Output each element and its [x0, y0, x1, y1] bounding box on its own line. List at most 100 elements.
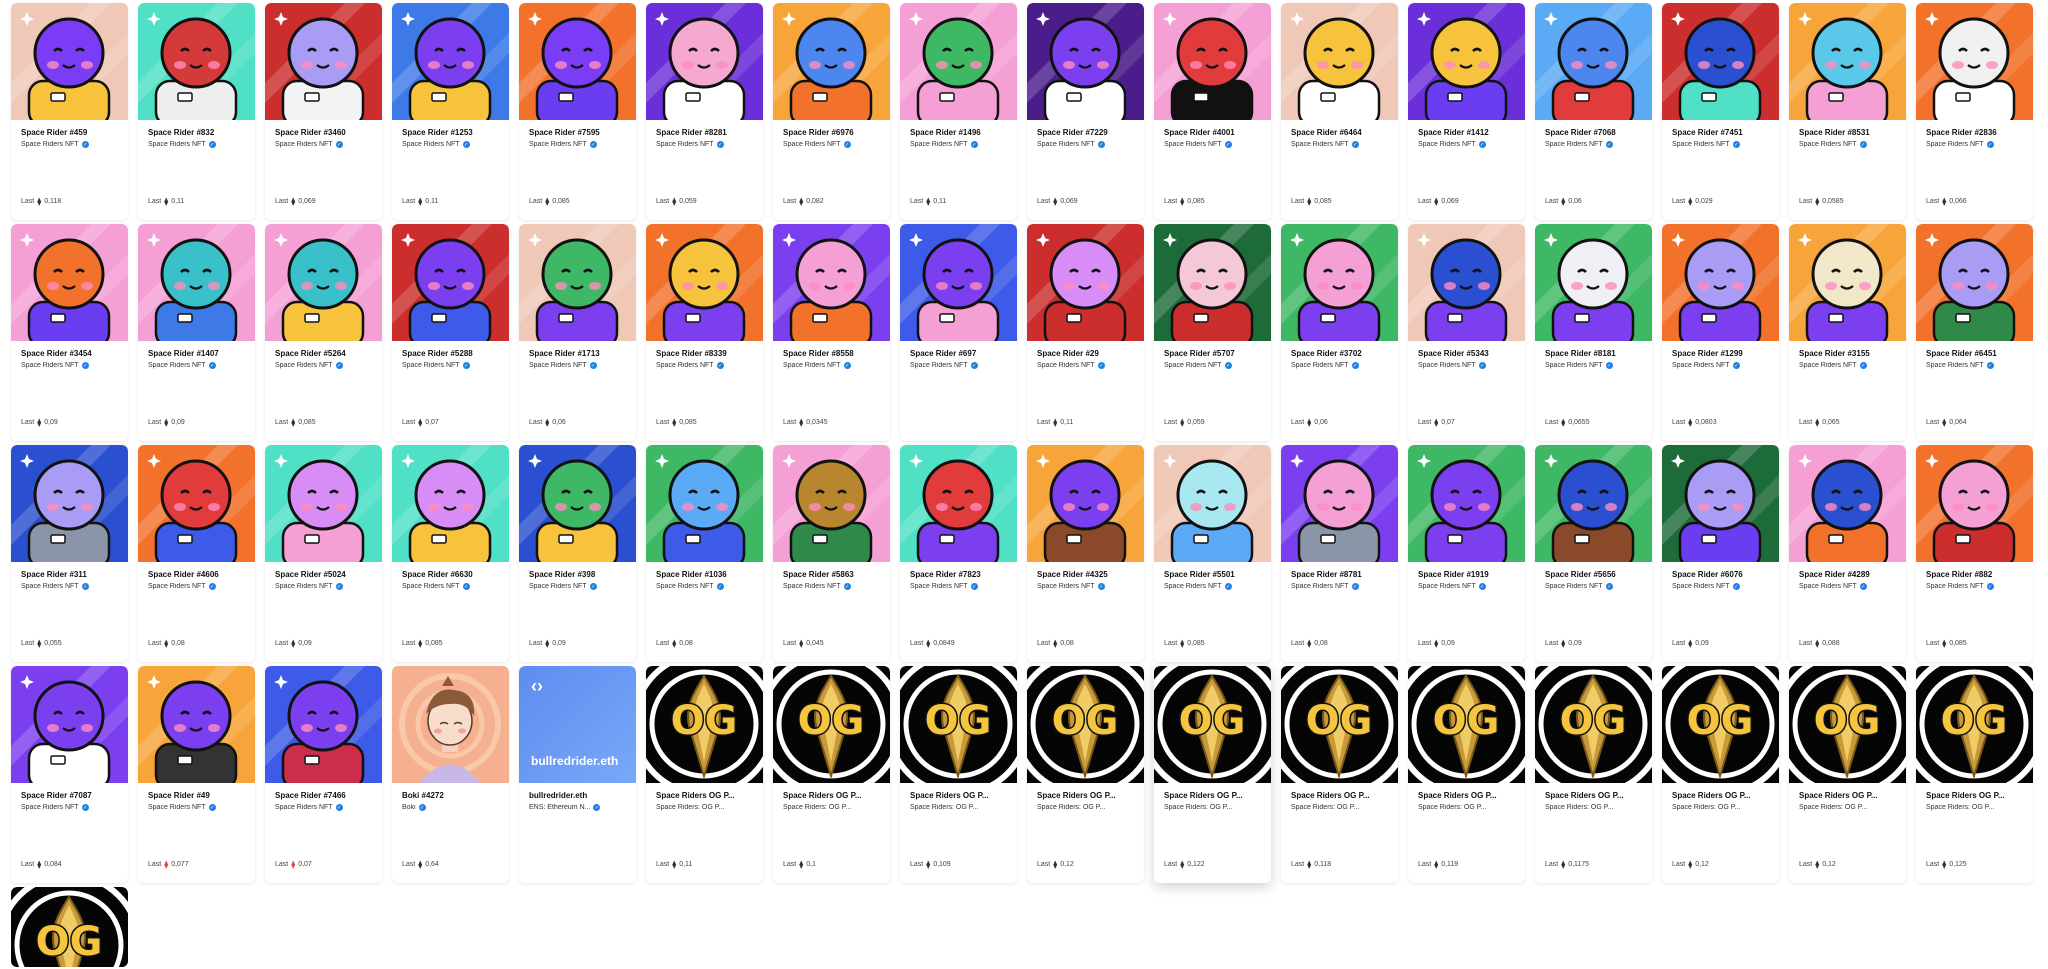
nft-name[interactable]: Space Rider #49: [148, 791, 248, 800]
collection-name[interactable]: Space Riders NFT ✓: [402, 362, 502, 369]
collection-name[interactable]: Space Riders NFT ✓: [529, 583, 629, 590]
collection-name[interactable]: Space Riders NFT ✓: [148, 583, 248, 590]
collection-name[interactable]: Space Riders: OG P...: [1037, 804, 1137, 811]
nft-name[interactable]: Space Rider #832: [148, 128, 248, 137]
collection-name[interactable]: Space Riders NFT ✓: [1037, 362, 1137, 369]
nft-card[interactable]: Space Rider #1713 Space Riders NFT ✓ Last ⧫ 0…: [519, 224, 636, 441]
collection-name[interactable]: Space Riders NFT ✓: [275, 804, 375, 811]
nft-card[interactable]: Space Rider #1299 Space Riders NFT ✓ Last ⧫ 0…: [1662, 224, 1779, 441]
nft-name[interactable]: Space Rider #5501: [1164, 570, 1264, 579]
collection-name[interactable]: Space Riders NFT ✓: [910, 362, 1010, 369]
nft-image[interactable]: [1535, 3, 1652, 120]
nft-card[interactable]: Space Rider #311 Space Riders NFT ✓ Last ⧫ 0,…: [11, 445, 128, 662]
collection-name[interactable]: Space Riders NFT ✓: [275, 362, 375, 369]
og-pass-image[interactable]: OG: [1662, 666, 1779, 783]
nft-image[interactable]: [265, 224, 382, 341]
nft-image[interactable]: [1281, 3, 1398, 120]
nft-image[interactable]: [773, 224, 890, 341]
collection-name[interactable]: Space Riders NFT ✓: [402, 141, 502, 148]
nft-image[interactable]: [900, 445, 1017, 562]
collection-name[interactable]: Space Riders NFT ✓: [656, 583, 756, 590]
collection-name[interactable]: Space Riders: OG P...: [1672, 804, 1772, 811]
nft-card[interactable]: OG Space Riders OG P... Space Riders: OG P…: [1535, 666, 1652, 883]
og-pass-image[interactable]: OG: [1408, 666, 1525, 783]
nft-image[interactable]: [1789, 224, 1906, 341]
collection-name[interactable]: Space Riders NFT ✓: [1291, 583, 1391, 590]
nft-card[interactable]: Space Rider #1407 Space Riders NFT ✓ Last ⧫ 0…: [138, 224, 255, 441]
collection-name[interactable]: Space Riders NFT ✓: [21, 804, 121, 811]
nft-name[interactable]: Space Rider #7229: [1037, 128, 1137, 137]
collection-name[interactable]: Space Riders NFT ✓: [1164, 141, 1264, 148]
nft-card[interactable]: OG Space Riders OG P... Space Riders: OG P…: [900, 666, 1017, 883]
nft-image[interactable]: [11, 224, 128, 341]
nft-card[interactable]: Space Rider #1496 Space Riders NFT ✓ Last ⧫ 0…: [900, 3, 1017, 220]
collection-name[interactable]: Space Riders NFT ✓: [275, 583, 375, 590]
nft-image[interactable]: [1281, 445, 1398, 562]
nft-card[interactable]: Space Rider #8281 Space Riders NFT ✓ Last ⧫ 0…: [646, 3, 763, 220]
nft-name[interactable]: Space Rider #398: [529, 570, 629, 579]
og-pass-image[interactable]: OG: [1789, 666, 1906, 783]
nft-card[interactable]: OG Space Riders OG P... Space Riders: OG P…: [1154, 666, 1271, 883]
collection-name[interactable]: Space Riders NFT ✓: [21, 362, 121, 369]
nft-card[interactable]: Space Rider #6630 Space Riders NFT ✓ Last ⧫ 0…: [392, 445, 509, 662]
nft-card[interactable]: Space Rider #8781 Space Riders NFT ✓ Last ⧫ 0…: [1281, 445, 1398, 662]
nft-card[interactable]: Space Rider #6976 Space Riders NFT ✓ Last ⧫ 0…: [773, 3, 890, 220]
nft-card[interactable]: Space Rider #4001 Space Riders NFT ✓ Last ⧫ 0…: [1154, 3, 1271, 220]
nft-name[interactable]: Space Rider #8181: [1545, 349, 1645, 358]
nft-name[interactable]: Space Rider #7823: [910, 570, 1010, 579]
nft-card[interactable]: Space Rider #1253 Space Riders NFT ✓ Last ⧫ 0…: [392, 3, 509, 220]
nft-image[interactable]: [138, 3, 255, 120]
nft-name[interactable]: Space Rider #7595: [529, 128, 629, 137]
nft-card[interactable]: Space Rider #49 Space Riders NFT ✓ Last ⧫ 0,0…: [138, 666, 255, 883]
nft-image[interactable]: [900, 224, 1017, 341]
nft-name[interactable]: Space Riders OG P...: [783, 791, 883, 800]
nft-name[interactable]: Space Riders OG P...: [1418, 791, 1518, 800]
nft-card[interactable]: Space Rider #5707 Space Riders NFT ✓ Last ⧫ 0…: [1154, 224, 1271, 441]
collection-name[interactable]: ENS: Ethereum N... ✓: [529, 804, 629, 811]
nft-card[interactable]: Space Rider #7068 Space Riders NFT ✓ Last ⧫ 0…: [1535, 3, 1652, 220]
nft-card[interactable]: Space Rider #3702 Space Riders NFT ✓ Last ⧫ 0…: [1281, 224, 1398, 441]
nft-card[interactable]: Space Rider #6076 Space Riders NFT ✓ Last ⧫ 0…: [1662, 445, 1779, 662]
nft-image[interactable]: [1154, 445, 1271, 562]
og-pass-image[interactable]: OG: [773, 666, 890, 783]
nft-card[interactable]: Space Rider #3454 Space Riders NFT ✓ Last ⧫ 0…: [11, 224, 128, 441]
ens-image[interactable]: ‹› bullredrider.eth: [519, 666, 636, 783]
nft-name[interactable]: Space Rider #311: [21, 570, 121, 579]
collection-name[interactable]: Space Riders NFT ✓: [1926, 141, 2026, 148]
nft-image[interactable]: [392, 445, 509, 562]
nft-name[interactable]: Space Rider #8558: [783, 349, 883, 358]
nft-image[interactable]: [1281, 224, 1398, 341]
nft-image[interactable]: [392, 224, 509, 341]
nft-card[interactable]: Space Rider #5863 Space Riders NFT ✓ Last ⧫ 0…: [773, 445, 890, 662]
nft-name[interactable]: Space Rider #1036: [656, 570, 756, 579]
nft-name[interactable]: Space Rider #6464: [1291, 128, 1391, 137]
nft-name[interactable]: Space Rider #8781: [1291, 570, 1391, 579]
collection-name[interactable]: Space Riders NFT ✓: [1926, 583, 2026, 590]
collection-name[interactable]: Space Riders NFT ✓: [656, 362, 756, 369]
nft-card[interactable]: Space Rider #5656 Space Riders NFT ✓ Last ⧫ 0…: [1535, 445, 1652, 662]
collection-name[interactable]: Space Riders: OG P...: [1291, 804, 1391, 811]
nft-name[interactable]: Space Rider #6976: [783, 128, 883, 137]
nft-card[interactable]: Space Rider #5024 Space Riders NFT ✓ Last ⧫ 0…: [265, 445, 382, 662]
collection-name[interactable]: Space Riders NFT ✓: [1037, 583, 1137, 590]
nft-name[interactable]: Space Rider #2836: [1926, 128, 2026, 137]
nft-card[interactable]: OG Space Riders OG P... Space Riders: OG P…: [1916, 666, 2033, 883]
nft-image[interactable]: [138, 224, 255, 341]
nft-card[interactable]: OG: [11, 887, 128, 967]
collection-name[interactable]: Space Riders NFT ✓: [529, 362, 629, 369]
nft-name[interactable]: Space Rider #5024: [275, 570, 375, 579]
collection-name[interactable]: Space Riders NFT ✓: [1545, 141, 1645, 148]
nft-image[interactable]: [1027, 3, 1144, 120]
nft-card[interactable]: Space Rider #4606 Space Riders NFT ✓ Last ⧫ 0…: [138, 445, 255, 662]
og-pass-image[interactable]: OG: [900, 666, 1017, 783]
nft-card[interactable]: Space Rider #4325 Space Riders NFT ✓ Last ⧫ 0…: [1027, 445, 1144, 662]
nft-image[interactable]: [392, 3, 509, 120]
nft-card[interactable]: Space Rider #3155 Space Riders NFT ✓ Last ⧫ 0…: [1789, 224, 1906, 441]
collection-name[interactable]: Space Riders NFT ✓: [656, 141, 756, 148]
collection-name[interactable]: Space Riders NFT ✓: [21, 141, 121, 148]
nft-name[interactable]: Space Rider #3454: [21, 349, 121, 358]
collection-name[interactable]: Space Riders NFT ✓: [1926, 362, 2026, 369]
nft-name[interactable]: Space Rider #1496: [910, 128, 1010, 137]
collection-name[interactable]: Space Riders NFT ✓: [1418, 362, 1518, 369]
nft-card[interactable]: Space Rider #1036 Space Riders NFT ✓ Last ⧫ 0…: [646, 445, 763, 662]
